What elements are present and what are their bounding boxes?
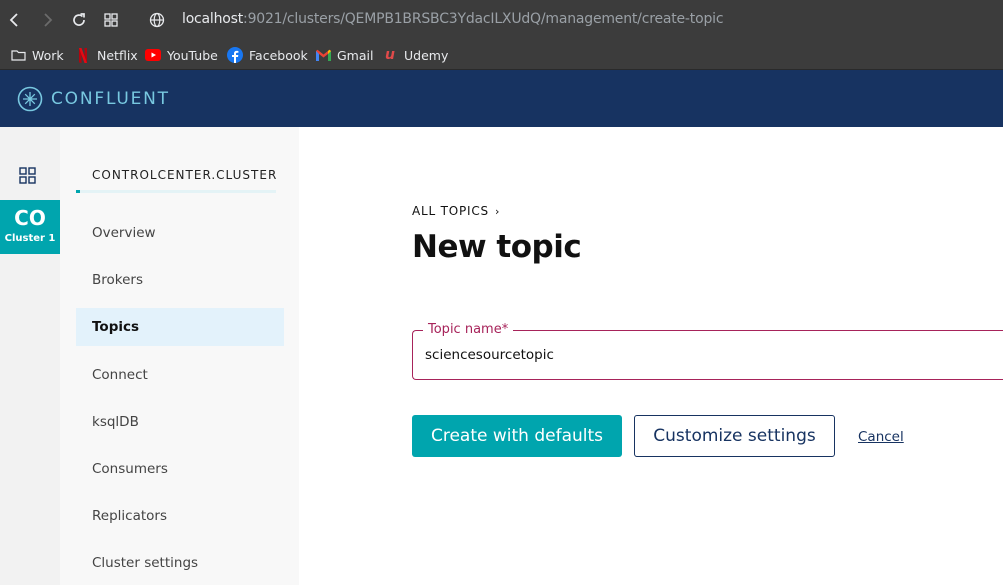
cluster-sidebar: CONTROLCENTER.CLUSTER Overview Brokers T… — [60, 127, 299, 585]
back-button[interactable] — [4, 9, 26, 31]
sidebar-item-overview[interactable]: Overview — [76, 214, 284, 252]
sidebar-item-label: Brokers — [92, 272, 144, 288]
app-header: CONFLUENT — [0, 70, 1003, 127]
sidebar-item-cluster-settings[interactable]: Cluster settings — [76, 544, 284, 582]
reload-button[interactable] — [68, 9, 90, 31]
sidebar-item-label: Overview — [92, 225, 156, 241]
url-path: :9021/clusters/QEMPB1BRSBC3YdacILXUdQ/ma… — [243, 11, 724, 27]
cluster-name: Cluster 1 — [4, 233, 56, 244]
folder-icon — [10, 47, 26, 63]
topic-name-input[interactable] — [425, 347, 985, 363]
all-clusters-button[interactable] — [19, 167, 37, 190]
logo-text: CONFLUENT — [51, 89, 170, 109]
sidebar-item-connect[interactable]: Connect — [76, 356, 284, 394]
udemy-icon: u — [385, 47, 395, 63]
grid-icon — [19, 167, 36, 184]
url-host: localhost — [182, 11, 244, 27]
forward-arrow-icon — [44, 13, 53, 27]
cluster-tile[interactable]: CO Cluster 1 — [0, 200, 60, 254]
address-bar[interactable]: localhost:9021/clusters/QEMPB1BRSBC3Ydac… — [182, 11, 724, 27]
sidebar-item-label: Connect — [92, 367, 148, 383]
bookmark-label: Work — [32, 47, 64, 63]
tab-search-button[interactable] — [100, 9, 122, 31]
site-info-button[interactable] — [146, 9, 168, 31]
sidebar-item-label: Consumers — [92, 461, 168, 477]
breadcrumb-all-topics[interactable]: ALL TOPICS — [412, 204, 489, 218]
forward-button[interactable] — [36, 9, 58, 31]
reload-icon — [73, 13, 85, 26]
apps-grid-icon — [104, 13, 118, 27]
bookmark-facebook[interactable]: Facebook — [227, 45, 308, 65]
sidebar-item-topics[interactable]: Topics — [76, 308, 284, 346]
bookmark-label: YouTube — [167, 47, 218, 63]
topic-name-label: Topic name* — [423, 322, 514, 337]
page-title: New topic — [412, 229, 582, 265]
sidebar-item-replicators[interactable]: Replicators — [76, 497, 284, 535]
breadcrumb[interactable]: ALL TOPICS › — [412, 204, 500, 218]
customize-settings-button[interactable]: Customize settings — [634, 415, 835, 457]
chevron-right-icon: › — [494, 205, 501, 218]
back-arrow-icon — [9, 13, 18, 27]
sidebar-item-label: Cluster settings — [92, 555, 199, 571]
cluster-abbr: CO — [14, 206, 46, 230]
sidebar-title-underline — [76, 190, 276, 193]
netflix-icon — [75, 47, 91, 63]
globe-icon — [149, 12, 165, 28]
bookmark-youtube[interactable]: YouTube — [145, 45, 218, 65]
gmail-icon — [315, 47, 331, 63]
bookmark-udemy[interactable]: u Udemy — [382, 45, 448, 65]
cluster-rail: CO Cluster 1 — [0, 127, 60, 585]
sidebar-item-label: ksqlDB — [92, 414, 139, 430]
bookmark-label: Facebook — [249, 47, 308, 63]
bookmark-work[interactable]: Work — [10, 45, 64, 65]
bookmark-netflix[interactable]: Netflix — [75, 45, 138, 65]
sidebar-item-label: Topics — [92, 319, 140, 335]
sidebar-title: CONTROLCENTER.CLUSTER — [92, 168, 278, 182]
sidebar-item-brokers[interactable]: Brokers — [76, 261, 284, 299]
sidebar-item-label: Replicators — [92, 508, 167, 524]
bookmark-gmail[interactable]: Gmail — [315, 45, 373, 65]
bookmark-label: Gmail — [337, 47, 374, 63]
bookmark-label: Udemy — [404, 47, 449, 63]
sidebar-item-consumers[interactable]: Consumers — [76, 450, 284, 488]
confluent-logo-icon — [17, 86, 43, 112]
youtube-icon — [145, 47, 161, 63]
bookmark-label: Netflix — [97, 47, 138, 63]
sidebar-item-ksqldb[interactable]: ksqlDB — [76, 403, 284, 441]
topic-name-field[interactable]: Topic name* — [412, 322, 1003, 380]
main-content: ALL TOPICS › New topic Topic name* Create… — [299, 127, 1003, 585]
facebook-icon — [227, 47, 243, 63]
confluent-logo[interactable]: CONFLUENT — [17, 86, 170, 112]
browser-toolbar: localhost:9021/clusters/QEMPB1BRSBC3Ydac… — [0, 0, 1003, 40]
bookmarks-bar: Work Netflix YouTube Facebook Gmail u Ud… — [0, 40, 1003, 70]
cancel-link[interactable]: Cancel — [858, 429, 904, 445]
create-with-defaults-button[interactable]: Create with defaults — [412, 415, 622, 457]
